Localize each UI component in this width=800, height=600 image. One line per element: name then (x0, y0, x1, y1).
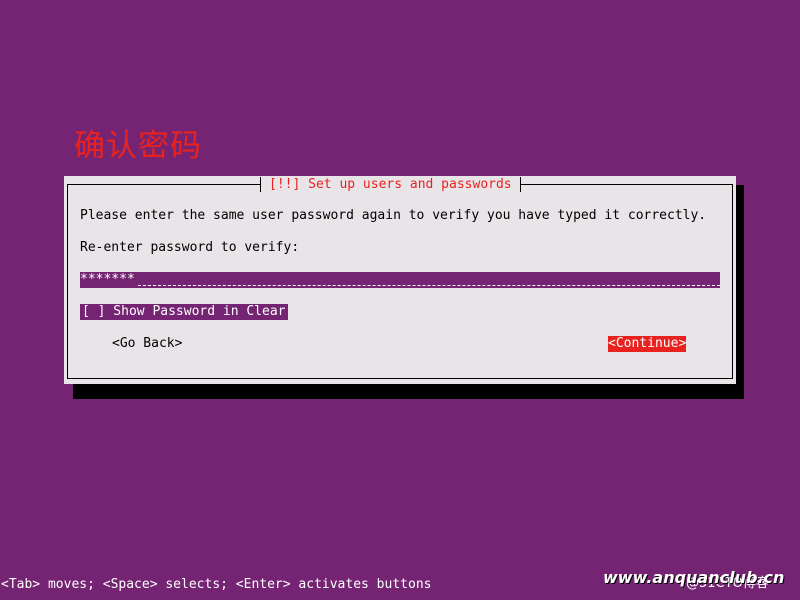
dialog-prompt: Please enter the same user password agai… (80, 208, 707, 223)
password-input[interactable]: ******* (80, 272, 720, 288)
status-bar-help: <Tab> moves; <Space> selects; <Enter> ac… (1, 577, 432, 592)
password-dialog: [!!] Set up users and passwords Please e… (64, 176, 736, 384)
go-back-button[interactable]: <Go Back> (112, 336, 182, 352)
annotation-title: 确认密码 (74, 128, 202, 164)
watermark-site: www.anquanclub.cn (603, 568, 785, 587)
continue-button[interactable]: <Continue> (608, 336, 687, 352)
show-password-checkbox[interactable]: [ ] Show Password in Clear (80, 304, 288, 320)
dialog-title: [!!] Set up users and passwords (260, 176, 521, 194)
password-field-label: Re-enter password to verify: (80, 240, 300, 255)
